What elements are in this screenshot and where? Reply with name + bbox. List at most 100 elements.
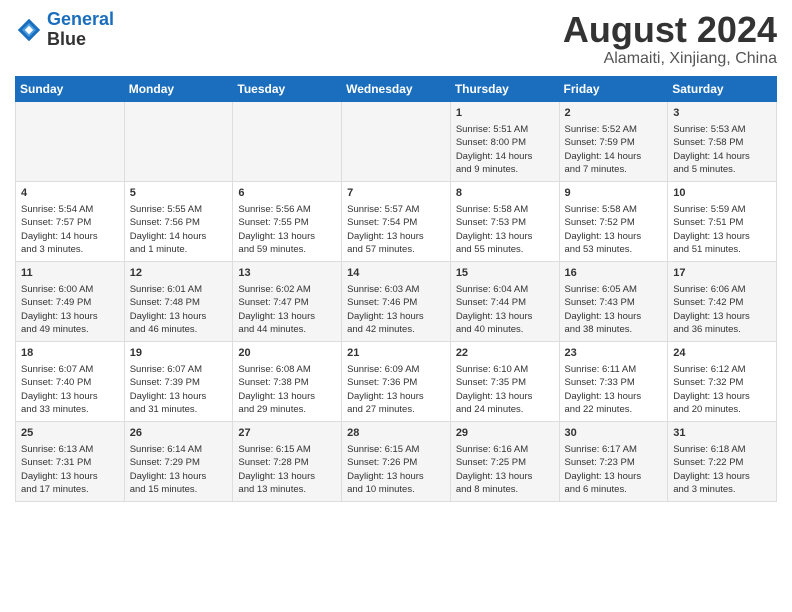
day-info: Sunrise: 6:07 AM bbox=[130, 363, 228, 376]
day-number: 18 bbox=[21, 346, 119, 361]
day-info: Sunset: 7:48 PM bbox=[130, 296, 228, 309]
day-info: and 40 minutes. bbox=[456, 323, 554, 336]
calendar-table: SundayMondayTuesdayWednesdayThursdayFrid… bbox=[15, 76, 777, 502]
day-info: Daylight: 13 hours bbox=[21, 390, 119, 403]
location-subtitle: Alamaiti, Xinjiang, China bbox=[563, 50, 777, 68]
day-number: 30 bbox=[565, 426, 663, 441]
day-info: Sunrise: 5:56 AM bbox=[238, 203, 336, 216]
week-row-5: 25Sunrise: 6:13 AMSunset: 7:31 PMDayligh… bbox=[16, 421, 777, 501]
day-info: Daylight: 14 hours bbox=[673, 150, 771, 163]
day-info: Sunset: 7:35 PM bbox=[456, 376, 554, 389]
day-number: 31 bbox=[673, 426, 771, 441]
day-number: 10 bbox=[673, 186, 771, 201]
day-info: Sunrise: 5:58 AM bbox=[565, 203, 663, 216]
calendar-cell: 15Sunrise: 6:04 AMSunset: 7:44 PMDayligh… bbox=[450, 261, 559, 341]
calendar-cell: 18Sunrise: 6:07 AMSunset: 7:40 PMDayligh… bbox=[16, 341, 125, 421]
day-info: and 53 minutes. bbox=[565, 243, 663, 256]
day-info: Sunrise: 6:12 AM bbox=[673, 363, 771, 376]
day-info: Daylight: 13 hours bbox=[673, 390, 771, 403]
day-info: Sunset: 7:25 PM bbox=[456, 456, 554, 469]
weekday-header-sunday: Sunday bbox=[16, 76, 125, 101]
day-info: Sunrise: 6:15 AM bbox=[347, 443, 445, 456]
calendar-cell: 10Sunrise: 5:59 AMSunset: 7:51 PMDayligh… bbox=[668, 181, 777, 261]
day-number: 1 bbox=[456, 106, 554, 121]
day-info: Daylight: 13 hours bbox=[347, 230, 445, 243]
weekday-header-saturday: Saturday bbox=[668, 76, 777, 101]
day-info: Sunset: 7:43 PM bbox=[565, 296, 663, 309]
logo-icon bbox=[15, 16, 43, 44]
day-info: Sunrise: 6:17 AM bbox=[565, 443, 663, 456]
day-info: Daylight: 14 hours bbox=[130, 230, 228, 243]
calendar-cell: 1Sunrise: 5:51 AMSunset: 8:00 PMDaylight… bbox=[450, 101, 559, 181]
calendar-cell: 5Sunrise: 5:55 AMSunset: 7:56 PMDaylight… bbox=[124, 181, 233, 261]
day-info: and 59 minutes. bbox=[238, 243, 336, 256]
logo: General Blue bbox=[15, 10, 114, 50]
day-info: Sunrise: 6:05 AM bbox=[565, 283, 663, 296]
weekday-header-thursday: Thursday bbox=[450, 76, 559, 101]
day-info: Daylight: 13 hours bbox=[673, 310, 771, 323]
day-number: 14 bbox=[347, 266, 445, 281]
day-info: and 57 minutes. bbox=[347, 243, 445, 256]
day-info: Sunrise: 5:54 AM bbox=[21, 203, 119, 216]
day-info: and 27 minutes. bbox=[347, 403, 445, 416]
day-info: Sunset: 7:56 PM bbox=[130, 216, 228, 229]
day-info: Sunrise: 6:06 AM bbox=[673, 283, 771, 296]
day-info: and 8 minutes. bbox=[456, 483, 554, 496]
day-info: and 46 minutes. bbox=[130, 323, 228, 336]
day-number: 17 bbox=[673, 266, 771, 281]
calendar-cell bbox=[342, 101, 451, 181]
calendar-cell bbox=[16, 101, 125, 181]
calendar-cell: 9Sunrise: 5:58 AMSunset: 7:52 PMDaylight… bbox=[559, 181, 668, 261]
day-info: Sunset: 7:29 PM bbox=[130, 456, 228, 469]
day-info: Daylight: 13 hours bbox=[565, 470, 663, 483]
week-row-1: 1Sunrise: 5:51 AMSunset: 8:00 PMDaylight… bbox=[16, 101, 777, 181]
day-info: Sunset: 7:46 PM bbox=[347, 296, 445, 309]
calendar-cell bbox=[124, 101, 233, 181]
day-info: Daylight: 13 hours bbox=[565, 390, 663, 403]
calendar-cell: 13Sunrise: 6:02 AMSunset: 7:47 PMDayligh… bbox=[233, 261, 342, 341]
day-info: and 1 minute. bbox=[130, 243, 228, 256]
day-info: and 17 minutes. bbox=[21, 483, 119, 496]
calendar-cell: 8Sunrise: 5:58 AMSunset: 7:53 PMDaylight… bbox=[450, 181, 559, 261]
day-info: and 31 minutes. bbox=[130, 403, 228, 416]
weekday-header-wednesday: Wednesday bbox=[342, 76, 451, 101]
day-number: 4 bbox=[21, 186, 119, 201]
calendar-cell: 6Sunrise: 5:56 AMSunset: 7:55 PMDaylight… bbox=[233, 181, 342, 261]
calendar-cell bbox=[233, 101, 342, 181]
day-info: and 7 minutes. bbox=[565, 163, 663, 176]
day-info: Sunrise: 6:03 AM bbox=[347, 283, 445, 296]
day-number: 6 bbox=[238, 186, 336, 201]
day-info: Daylight: 13 hours bbox=[21, 470, 119, 483]
calendar-cell: 11Sunrise: 6:00 AMSunset: 7:49 PMDayligh… bbox=[16, 261, 125, 341]
day-number: 9 bbox=[565, 186, 663, 201]
day-info: Daylight: 13 hours bbox=[565, 310, 663, 323]
day-info: and 13 minutes. bbox=[238, 483, 336, 496]
day-info: Sunset: 7:26 PM bbox=[347, 456, 445, 469]
day-info: Sunrise: 6:01 AM bbox=[130, 283, 228, 296]
calendar-cell: 27Sunrise: 6:15 AMSunset: 7:28 PMDayligh… bbox=[233, 421, 342, 501]
day-info: Sunrise: 5:52 AM bbox=[565, 123, 663, 136]
day-info: Sunset: 7:22 PM bbox=[673, 456, 771, 469]
day-info: and 5 minutes. bbox=[673, 163, 771, 176]
day-info: Sunrise: 5:51 AM bbox=[456, 123, 554, 136]
day-info: Daylight: 13 hours bbox=[673, 230, 771, 243]
day-info: Daylight: 13 hours bbox=[347, 390, 445, 403]
calendar-cell: 2Sunrise: 5:52 AMSunset: 7:59 PMDaylight… bbox=[559, 101, 668, 181]
day-info: Sunset: 7:49 PM bbox=[21, 296, 119, 309]
day-info: Sunset: 7:39 PM bbox=[130, 376, 228, 389]
day-info: Daylight: 13 hours bbox=[565, 230, 663, 243]
day-info: and 49 minutes. bbox=[21, 323, 119, 336]
main-container: General Blue August 2024 Alamaiti, Xinji… bbox=[0, 0, 792, 512]
week-row-2: 4Sunrise: 5:54 AMSunset: 7:57 PMDaylight… bbox=[16, 181, 777, 261]
day-info: Sunset: 7:51 PM bbox=[673, 216, 771, 229]
day-info: Sunrise: 5:58 AM bbox=[456, 203, 554, 216]
day-info: Sunrise: 6:09 AM bbox=[347, 363, 445, 376]
calendar-cell: 31Sunrise: 6:18 AMSunset: 7:22 PMDayligh… bbox=[668, 421, 777, 501]
day-info: Sunset: 7:44 PM bbox=[456, 296, 554, 309]
day-info: Sunset: 7:40 PM bbox=[21, 376, 119, 389]
day-number: 15 bbox=[456, 266, 554, 281]
day-info: Sunrise: 6:04 AM bbox=[456, 283, 554, 296]
calendar-cell: 30Sunrise: 6:17 AMSunset: 7:23 PMDayligh… bbox=[559, 421, 668, 501]
calendar-cell: 17Sunrise: 6:06 AMSunset: 7:42 PMDayligh… bbox=[668, 261, 777, 341]
day-info: Daylight: 14 hours bbox=[456, 150, 554, 163]
